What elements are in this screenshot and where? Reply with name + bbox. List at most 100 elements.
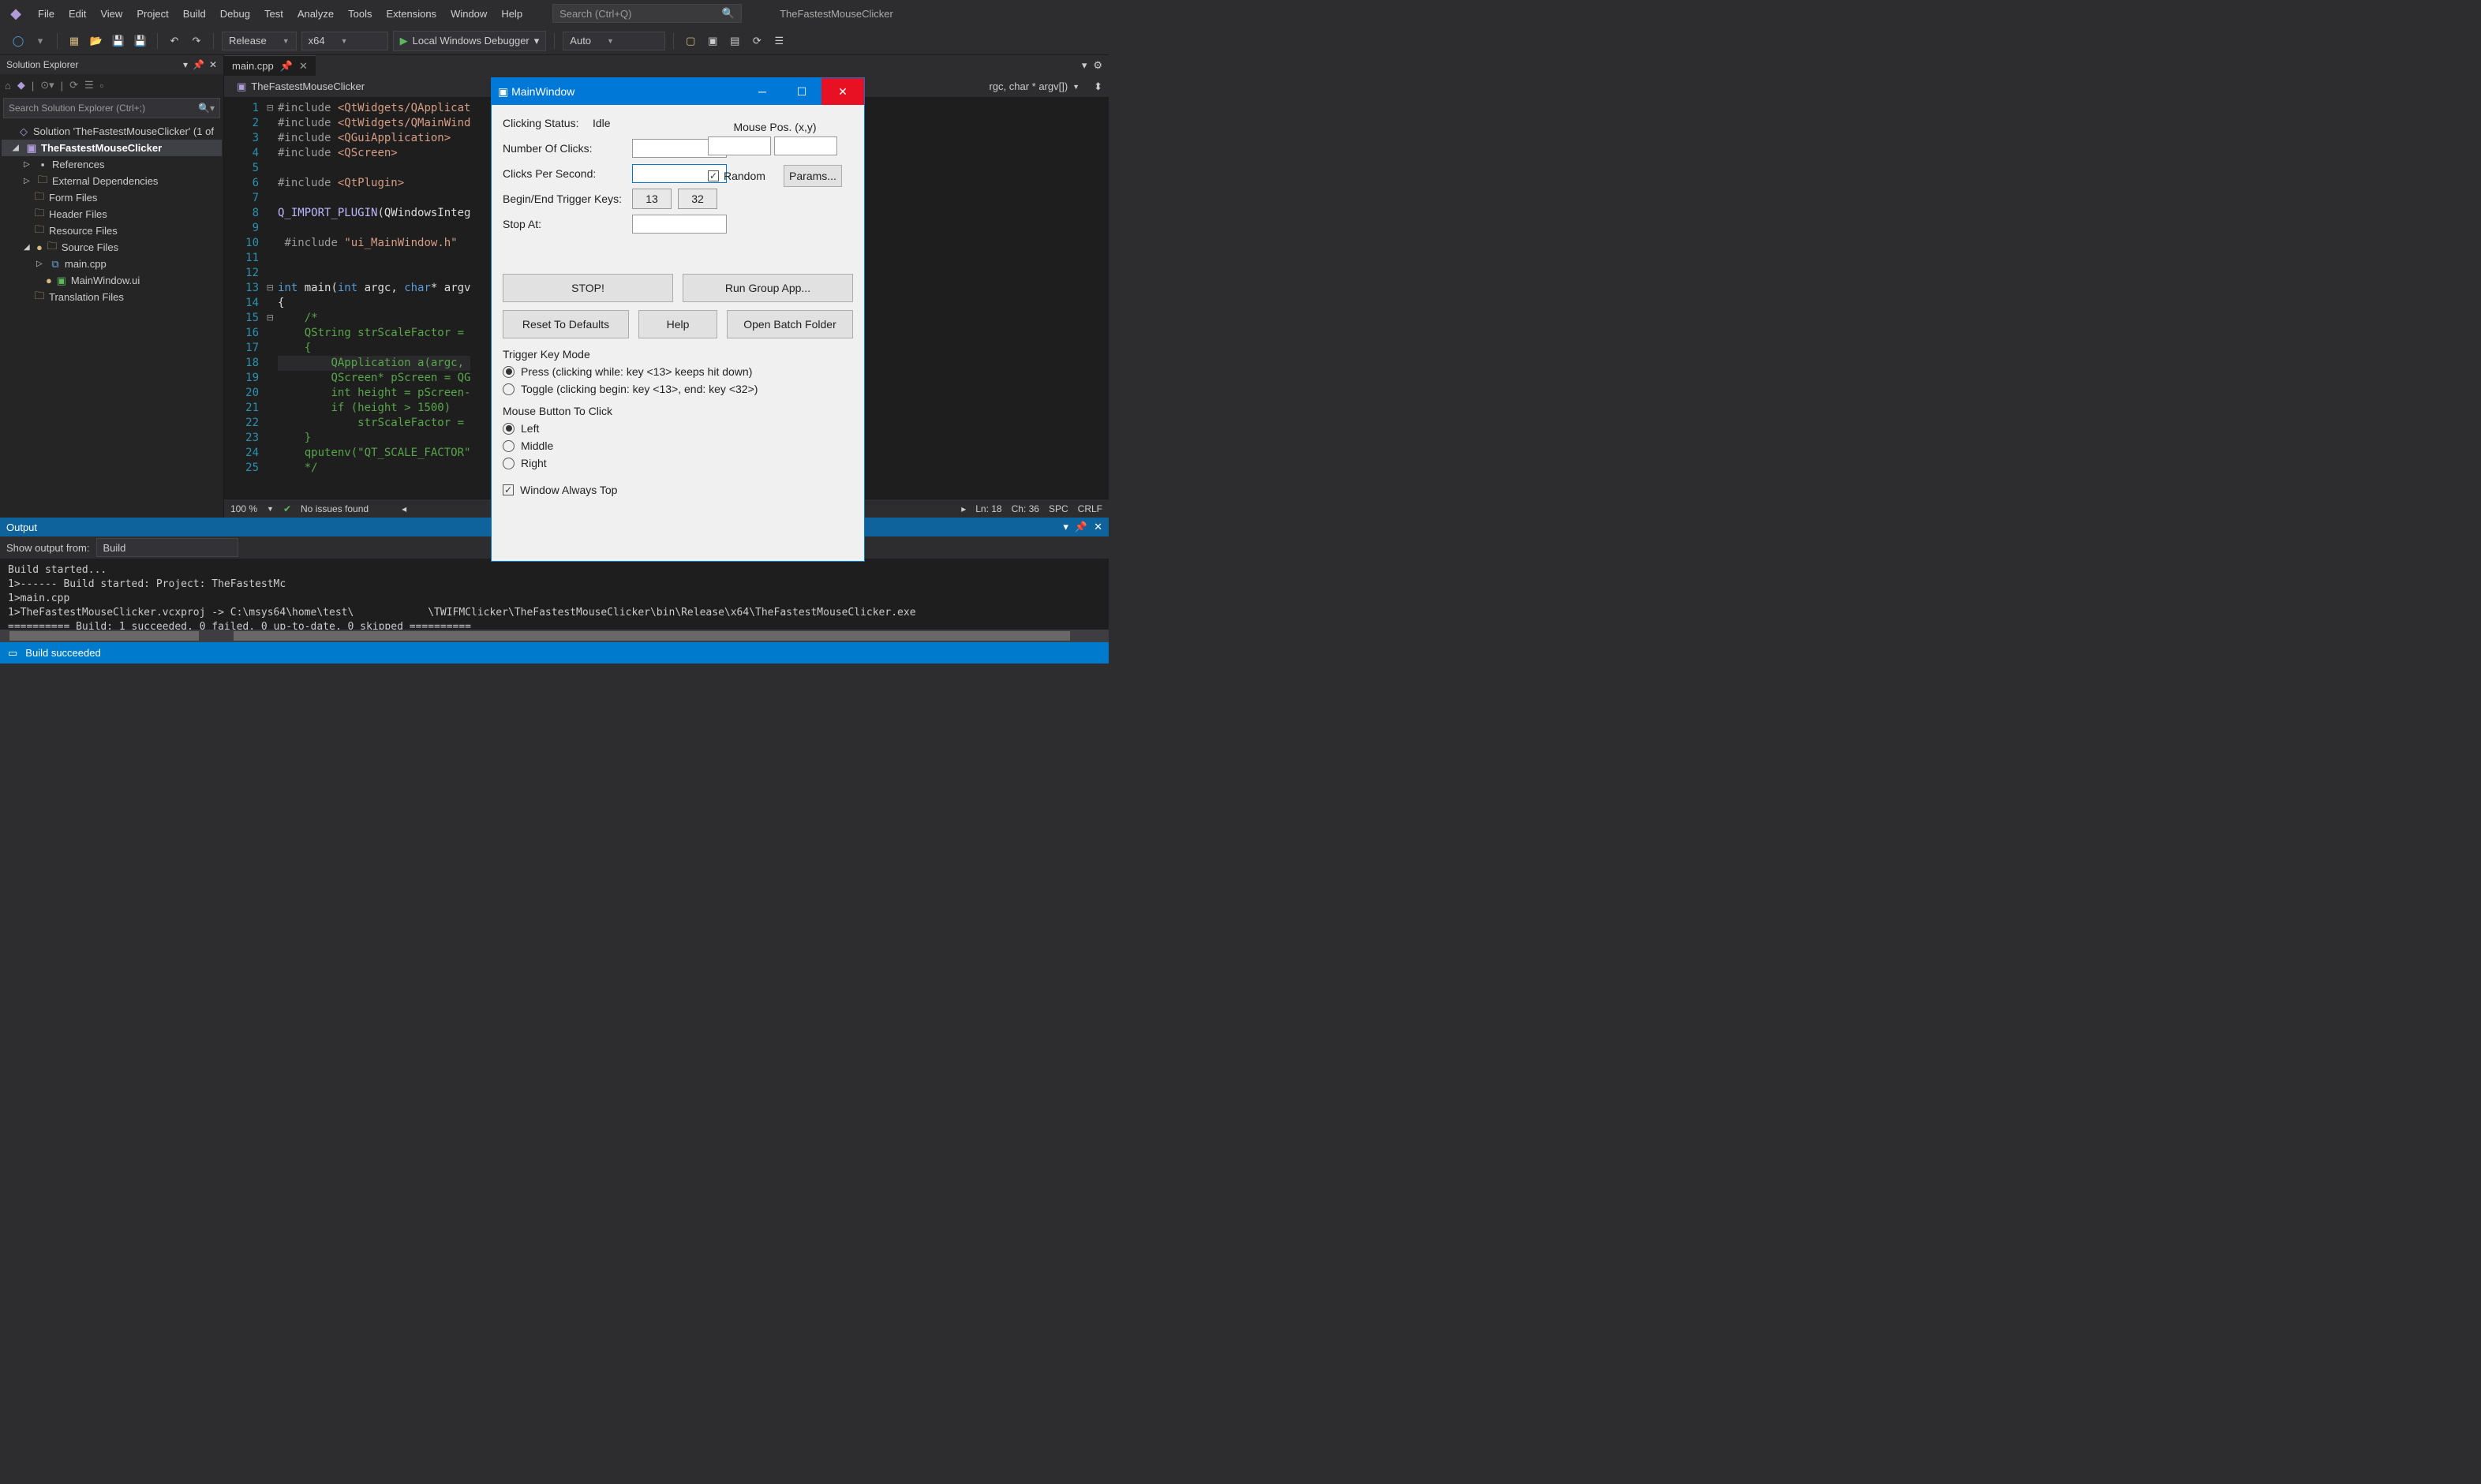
num-clicks-label: Number Of Clicks:	[503, 142, 626, 155]
output-dropdown-icon[interactable]: ▾	[1063, 521, 1068, 533]
tree-main-cpp[interactable]: ▷⧉main.cpp	[2, 256, 222, 272]
dialog-titlebar[interactable]: ▣ MainWindow ─ ☐ ✕	[492, 78, 864, 105]
check-icon: ✔	[283, 503, 291, 514]
tkm-press-radio[interactable]: Press (clicking while: key <13> keeps hi…	[503, 365, 853, 378]
collapse-icon[interactable]: ☰	[84, 79, 94, 92]
menu-help[interactable]: Help	[501, 8, 522, 20]
save-all-icon[interactable]: 💾	[132, 32, 149, 50]
help-button[interactable]: Help	[638, 310, 717, 338]
scope-icon[interactable]: ⊙▾	[40, 79, 54, 92]
menu-build[interactable]: Build	[183, 8, 206, 20]
menu-analyze[interactable]: Analyze	[297, 8, 334, 20]
toolbar-icon-2[interactable]: ▣	[704, 32, 721, 50]
mbtn-right-radio[interactable]: Right	[503, 457, 853, 469]
mouse-x-input[interactable]	[708, 136, 771, 155]
config-combo[interactable]: Release▼	[222, 32, 297, 50]
menu-file[interactable]: File	[38, 8, 54, 20]
tree-translation-files[interactable]: 🗀Translation Files	[2, 289, 222, 305]
tab-close-icon[interactable]: ✕	[299, 60, 308, 73]
run-group-button[interactable]: Run Group App...	[683, 274, 853, 302]
home-icon[interactable]: ⌂	[5, 80, 11, 92]
menu-tools[interactable]: Tools	[348, 8, 372, 20]
panel-dropdown-icon[interactable]: ▾	[183, 59, 188, 70]
menu-extensions[interactable]: Extensions	[386, 8, 436, 20]
mouse-y-input[interactable]	[774, 136, 837, 155]
refresh-icon[interactable]: ⟳	[69, 79, 78, 92]
menu-edit[interactable]: Edit	[69, 8, 86, 20]
tree-references[interactable]: ▷▪References	[2, 156, 222, 173]
search-drop-icon: ▾	[210, 103, 215, 114]
trigger-key2[interactable]: 32	[678, 189, 717, 209]
nav-back-icon[interactable]: ◯	[9, 32, 27, 50]
save-icon[interactable]: 💾	[110, 32, 127, 50]
toolbar-icon-5[interactable]: ☰	[770, 32, 788, 50]
params-button[interactable]: Params...	[784, 165, 842, 187]
undo-icon[interactable]: ↶	[166, 32, 183, 50]
stop-at-input[interactable]	[632, 215, 727, 234]
stop-button[interactable]: STOP!	[503, 274, 673, 302]
editor-settings-icon[interactable]: ⚙	[1093, 59, 1102, 72]
auto-combo[interactable]: Auto▼	[563, 32, 665, 50]
search-icon: 🔍	[722, 7, 735, 20]
menu-view[interactable]: View	[100, 8, 122, 20]
tab-pin-icon[interactable]: 📌	[280, 60, 293, 73]
close-icon[interactable]: ✕	[209, 59, 217, 70]
mbtn-middle-radio[interactable]: Middle	[503, 439, 853, 452]
always-top-checkbox[interactable]	[503, 484, 514, 495]
start-debug-button[interactable]: ▶ Local Windows Debugger ▾	[393, 31, 547, 51]
trigger-key1[interactable]: 13	[632, 189, 672, 209]
nav-fwd-icon[interactable]: ▾	[32, 32, 49, 50]
trigger-label: Begin/End Trigger Keys:	[503, 193, 626, 205]
search-icon: 🔍	[198, 103, 210, 114]
quick-search[interactable]: Search (Ctrl+Q) 🔍	[552, 4, 742, 23]
tree-form-files[interactable]: 🗀Form Files	[2, 189, 222, 206]
editor-dropdown-icon[interactable]: ▾	[1082, 59, 1087, 72]
redo-icon[interactable]: ↷	[188, 32, 205, 50]
pin-icon[interactable]: 📌	[193, 59, 204, 70]
menu-window[interactable]: Window	[451, 8, 487, 20]
tree-source-files[interactable]: ◢●🗀Source Files	[2, 239, 222, 256]
zoom-label[interactable]: 100 %	[230, 503, 257, 514]
tree-project[interactable]: ◢▣TheFastestMouseClicker	[2, 140, 222, 156]
switch-view-icon[interactable]: ◆	[17, 79, 25, 92]
tab-main-cpp[interactable]: main.cpp 📌 ✕	[224, 55, 316, 76]
minimize-button[interactable]: ─	[743, 78, 782, 105]
stop-at-label: Stop At:	[503, 218, 626, 230]
tree-header-files[interactable]: 🗀Header Files	[2, 206, 222, 222]
tree-mainwindow-ui[interactable]: ●▣MainWindow.ui	[2, 272, 222, 289]
status-value: Idle	[593, 117, 611, 129]
editor-project-combo[interactable]: ▣TheFastestMouseClicker	[230, 79, 371, 95]
output-pin-icon[interactable]: 📌	[1075, 521, 1087, 533]
menu-debug[interactable]: Debug	[220, 8, 250, 20]
platform-combo[interactable]: x64▼	[301, 32, 388, 50]
toolbar-icon-1[interactable]: ▢	[682, 32, 699, 50]
eol-label: CRLF	[1078, 503, 1102, 514]
tkm-toggle-radio[interactable]: Toggle (clicking begin: key <13>, end: k…	[503, 383, 853, 395]
bottom-scrollbar[interactable]	[0, 630, 1109, 642]
panel-title: Solution Explorer	[6, 59, 78, 70]
new-project-icon[interactable]: ▦	[65, 32, 83, 50]
random-checkbox[interactable]	[708, 170, 719, 181]
output-from-combo[interactable]: Build	[96, 538, 238, 557]
toolbar-icon-4[interactable]: ⟳	[748, 32, 765, 50]
mbtn-left-radio[interactable]: Left	[503, 422, 853, 435]
editor-split-icon[interactable]: ⬍	[1094, 80, 1102, 93]
tree-solution-root[interactable]: ◇Solution 'TheFastestMouseClicker' (1 of	[2, 123, 222, 140]
open-file-icon[interactable]: 📂	[88, 32, 105, 50]
status-icon: ▭	[8, 647, 17, 660]
solution-search[interactable]: Search Solution Explorer (Ctrl+;) 🔍 ▾	[3, 98, 220, 118]
menu-project[interactable]: Project	[137, 8, 168, 20]
open-batch-button[interactable]: Open Batch Folder	[727, 310, 853, 338]
tree-resource-files[interactable]: 🗀Resource Files	[2, 222, 222, 239]
close-button[interactable]: ✕	[821, 78, 864, 105]
tree-external-deps[interactable]: ▷🗀External Dependencies	[2, 173, 222, 189]
output-close-icon[interactable]: ✕	[1094, 521, 1102, 533]
mbtn-title: Mouse Button To Click	[503, 405, 853, 417]
properties-icon[interactable]: ▫	[100, 80, 104, 92]
reset-button[interactable]: Reset To Defaults	[503, 310, 629, 338]
maximize-button[interactable]: ☐	[782, 78, 821, 105]
editor-scope-combo[interactable]: rgc, char * argv[])▼	[982, 79, 1086, 94]
search-placeholder: Search (Ctrl+Q)	[559, 8, 631, 20]
menu-test[interactable]: Test	[264, 8, 283, 20]
toolbar-icon-3[interactable]: ▤	[726, 32, 743, 50]
